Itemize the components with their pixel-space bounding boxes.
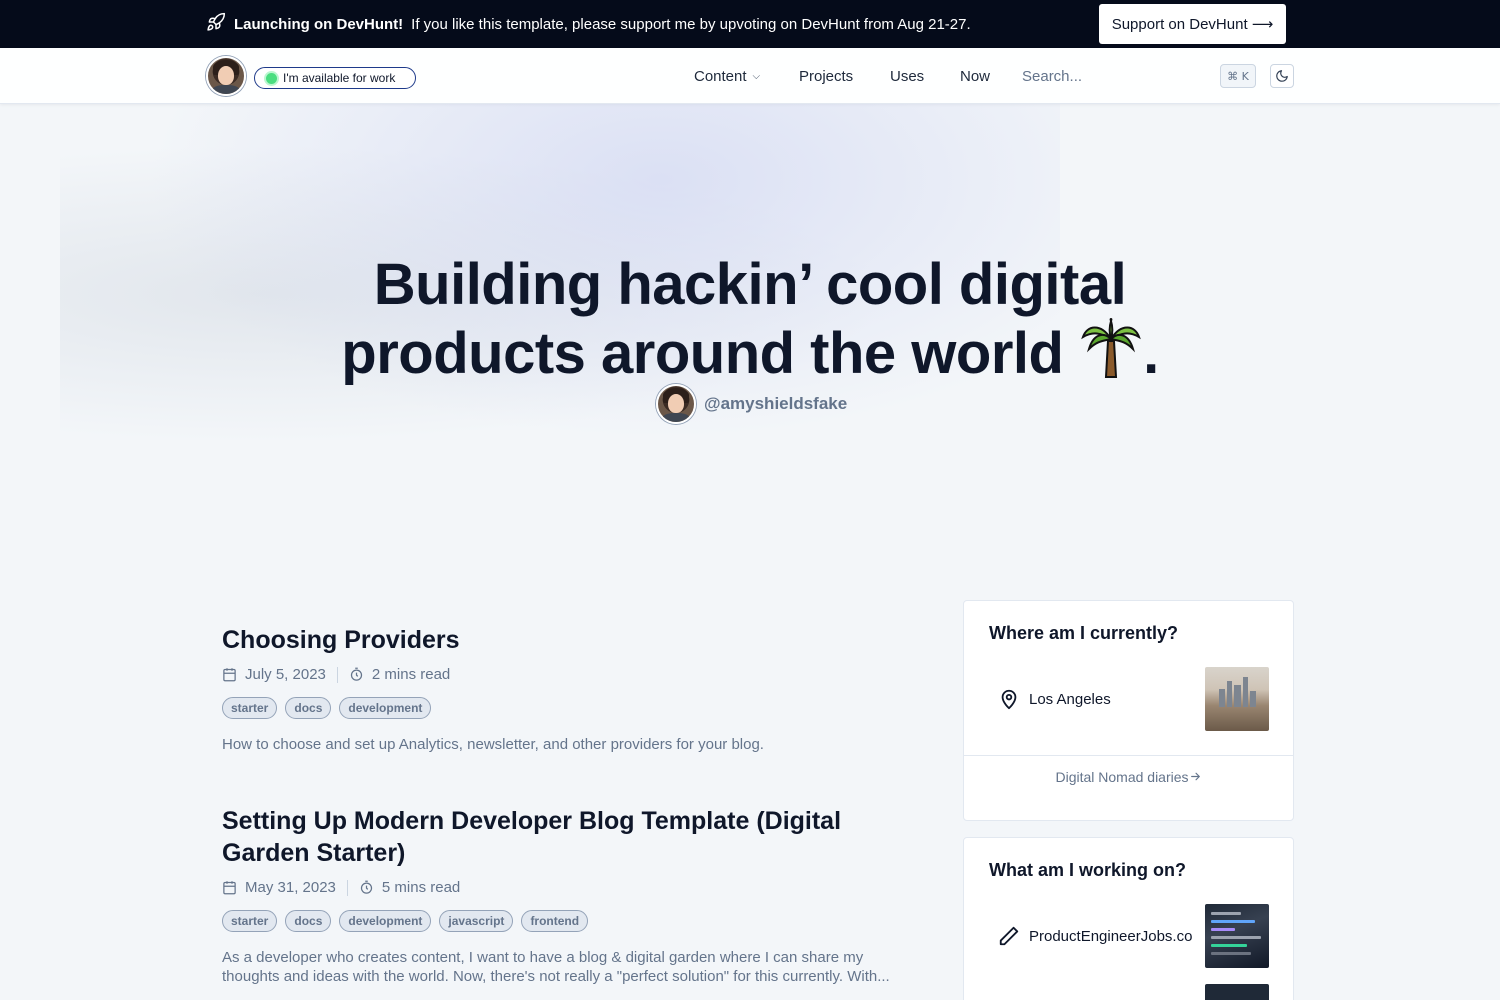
- nomad-diaries-label: Digital Nomad diaries: [1055, 768, 1189, 785]
- search-input[interactable]: [1022, 64, 1212, 88]
- banner-text: If you like this template, please suppor…: [411, 15, 971, 33]
- timer-icon: [350, 667, 363, 681]
- tag[interactable]: development: [339, 697, 432, 719]
- map-pin-icon: [989, 688, 1029, 710]
- rocket-icon: [206, 12, 226, 36]
- post-excerpt: As a developer who creates content, I wa…: [222, 949, 890, 985]
- tag[interactable]: starter: [222, 697, 278, 719]
- arrow-right-icon: [1190, 772, 1200, 781]
- tag[interactable]: frontend: [521, 910, 589, 932]
- hero-title-line1: Building hackin’ cool digital: [373, 252, 1127, 317]
- post-title[interactable]: Setting Up Modern Developer Blog Templat…: [222, 805, 922, 869]
- post-card: Choosing Providers July 5, 2023 2 mins r…: [222, 624, 922, 754]
- city-photo: [1205, 667, 1269, 731]
- post-excerpt: How to choose and set up Analytics, news…: [222, 736, 764, 753]
- hero-title: Building hackin’ cool digital products a…: [250, 255, 1250, 384]
- nomad-diaries-link[interactable]: Digital Nomad diaries: [964, 755, 1293, 797]
- avatar: [656, 384, 696, 424]
- post-date: May 31, 2023: [245, 879, 336, 896]
- nav-content-label: Content: [694, 67, 747, 85]
- post-card: Setting Up Modern Developer Blog Templat…: [222, 805, 922, 986]
- calendar-icon: [223, 881, 236, 895]
- support-devhunt-button[interactable]: Support on DevHunt ⟶: [1099, 4, 1286, 44]
- tag[interactable]: development: [339, 910, 432, 932]
- banner-headline: Launching on DevHunt!: [234, 15, 404, 33]
- availability-badge: I'm available for work: [254, 67, 416, 89]
- availability-label: I'm available for work: [283, 71, 396, 85]
- post-read-time: 5 mins read: [381, 879, 461, 896]
- project-name: ProductEngineerJobs.co: [1029, 927, 1193, 945]
- post-meta: May 31, 2023 5 mins read: [222, 879, 922, 896]
- location-card: Where am I currently? Los Angeles Digita…: [963, 600, 1294, 821]
- handle-text: @amyshieldsfake: [704, 394, 848, 413]
- working-on-card: What am I working on? ProductEngineerJob…: [963, 837, 1294, 1000]
- nav-content-dropdown[interactable]: Content ⌵: [694, 48, 760, 104]
- post-tags: starter docs development: [222, 697, 922, 719]
- pencil-icon: [989, 925, 1029, 947]
- project-screenshot: [1205, 984, 1269, 1000]
- location-row: Los Angeles: [989, 667, 1269, 731]
- nav-uses-link[interactable]: Uses: [890, 48, 924, 104]
- tag[interactable]: docs: [285, 910, 332, 932]
- nav-now-link[interactable]: Now: [960, 48, 990, 104]
- project-screenshot: [1205, 904, 1269, 968]
- moon-icon: [1276, 70, 1288, 82]
- location-name: Los Angeles: [1029, 690, 1111, 708]
- tag[interactable]: docs: [285, 697, 332, 719]
- post-meta: July 5, 2023 2 mins read: [222, 666, 922, 683]
- calendar-icon: [223, 668, 236, 682]
- launch-banner: Launching on DevHunt! If you like this t…: [0, 0, 1500, 48]
- meta-divider: [336, 666, 338, 683]
- post-tags: starter docs development javascript fron…: [222, 910, 922, 932]
- nav-projects-link[interactable]: Projects: [799, 48, 853, 104]
- status-dot-icon: [266, 72, 277, 84]
- post-date: July 5, 2023: [245, 666, 326, 683]
- avatar[interactable]: [206, 56, 246, 96]
- card-title: What am I working on?: [989, 860, 1186, 880]
- theme-toggle-button[interactable]: [1270, 64, 1294, 88]
- chevron-down-icon: ⌵: [752, 70, 761, 82]
- post-read-time: 2 mins read: [371, 666, 451, 683]
- timer-icon: [360, 880, 373, 894]
- project-row[interactable]: ProductEngineerJobs.co: [989, 904, 1269, 968]
- author-handle[interactable]: @amyshieldsfake: [656, 384, 847, 424]
- palm-tree-icon: [1081, 317, 1141, 378]
- tag[interactable]: javascript: [439, 910, 514, 932]
- banner-message: Launching on DevHunt! If you like this t…: [206, 0, 971, 48]
- tag[interactable]: starter: [222, 910, 278, 932]
- search-shortcut-hint: ⌘ K: [1220, 64, 1256, 88]
- card-title: Where am I currently?: [989, 623, 1179, 643]
- meta-divider: [346, 879, 348, 896]
- post-title[interactable]: Choosing Providers: [222, 624, 922, 656]
- hero-title-line2: products around the world .: [250, 315, 1250, 384]
